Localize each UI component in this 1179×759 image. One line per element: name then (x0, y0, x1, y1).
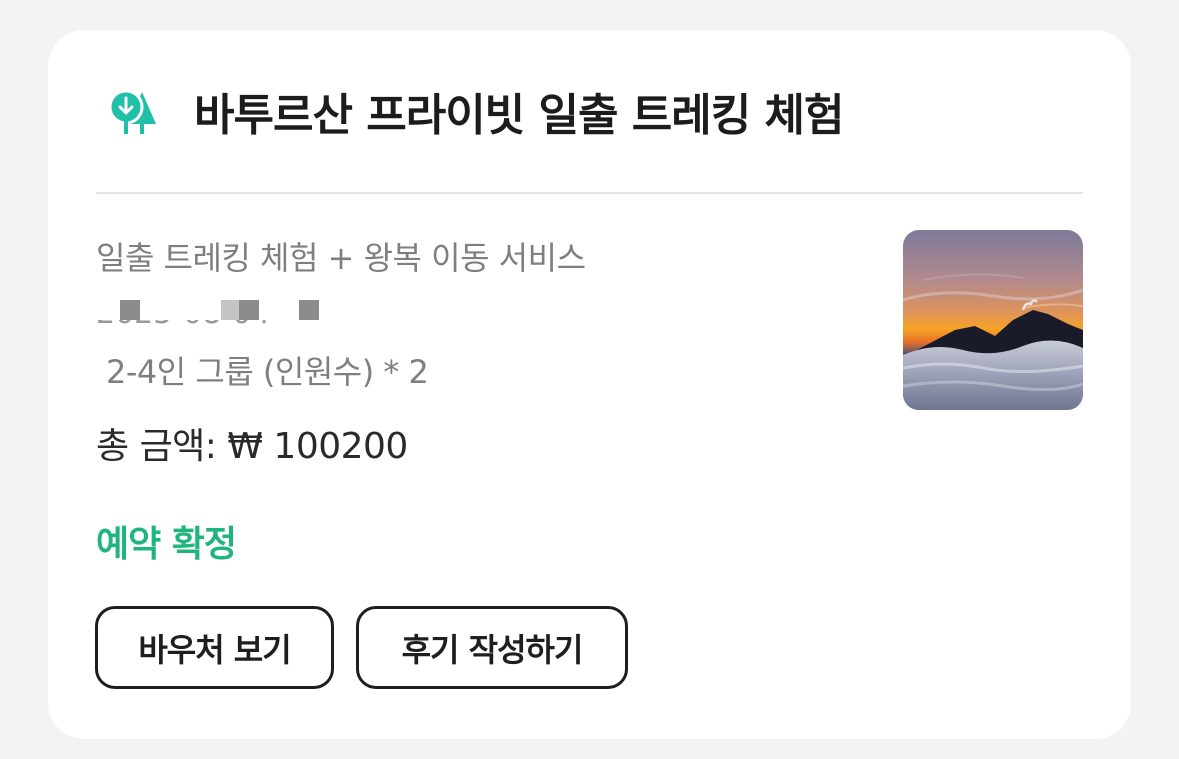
redaction-block (239, 300, 259, 320)
write-review-button[interactable]: 후기 작성하기 (356, 606, 628, 689)
people-count: 2-4인 그룹 (인원수) * 2 (106, 353, 429, 391)
card-header: 바투르산 프라이빗 일출 트레킹 체험 (96, 30, 1083, 194)
redaction-block (299, 300, 319, 320)
redaction-block (221, 300, 241, 320)
product-thumbnail[interactable] (903, 230, 1083, 410)
redaction-block (120, 300, 140, 320)
booking-date: 2025-08-04 (96, 296, 336, 331)
view-voucher-button[interactable]: 바우처 보기 (95, 606, 334, 689)
status-badge: 예약 확정 (96, 524, 237, 565)
tree-icon (108, 86, 158, 136)
total-amount: 총 금액: ₩ 100200 (96, 426, 408, 467)
booking-card: 바투르산 프라이빗 일출 트레킹 체험 일출 트레킹 체험 + 왕복 이동 서비… (48, 30, 1131, 739)
option-name: 일출 트레킹 체험 + 왕복 이동 서비스 (96, 239, 586, 277)
product-title: 바투르산 프라이빗 일출 트레킹 체험 (194, 90, 844, 141)
